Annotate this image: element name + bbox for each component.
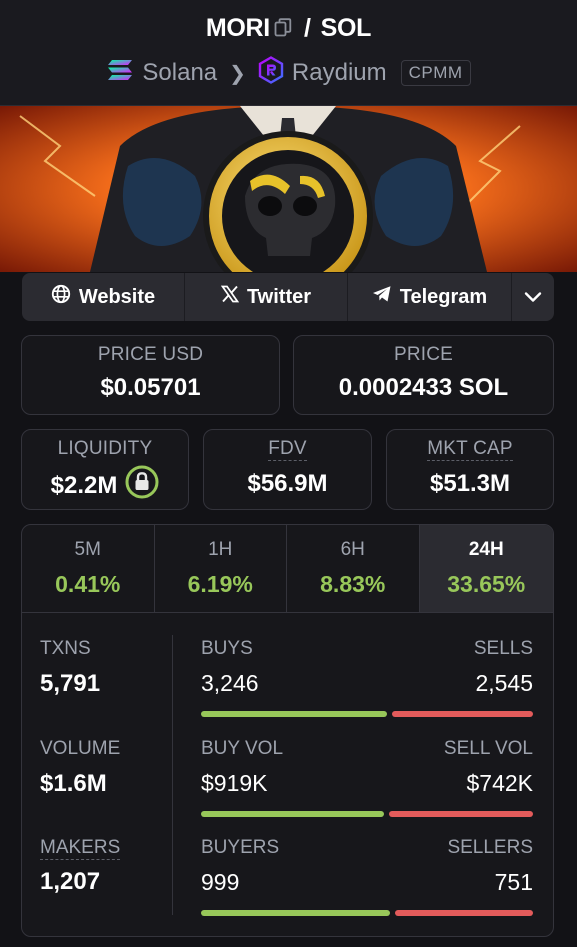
- price-usd-value: $0.05701: [100, 374, 201, 401]
- liquidity-label: LIQUIDITY: [57, 438, 153, 459]
- copy-icon[interactable]: [274, 16, 292, 37]
- buys-label: BUYS: [201, 638, 253, 659]
- liquidity-value: $2.2M: [50, 471, 118, 499]
- buyers-sellers-split: BUYERS SELLERS 999 751: [201, 837, 533, 916]
- volume-value: $1.6M: [40, 770, 107, 797]
- tab-label: 1H: [208, 539, 233, 560]
- txns-stat: TXNS 5,791: [40, 638, 100, 698]
- liquidity-value-row: $2.2M: [22, 465, 188, 506]
- makers-value: 1,207: [40, 867, 101, 895]
- tab-change-value: 33.65%: [447, 571, 526, 597]
- buyers-label: BUYERS: [201, 837, 280, 858]
- token-banner-image: [0, 106, 577, 272]
- tab-label: 5M: [74, 539, 101, 560]
- tab-label: 24H: [468, 539, 504, 560]
- buyers-value: 999: [201, 869, 240, 895]
- volume-stat: VOLUME $1.6M: [40, 738, 120, 798]
- telegram-label: Telegram: [399, 285, 488, 308]
- fdv-value: $56.9M: [247, 469, 328, 497]
- price-native-card: PRICE 0.0002433 SOL: [293, 335, 554, 415]
- price-native-label: PRICE: [393, 344, 454, 365]
- globe-icon: [51, 284, 71, 310]
- base-token-symbol: MORI: [205, 14, 270, 42]
- buyers-bar-segment: [201, 910, 390, 916]
- tab-change-value: 8.83%: [320, 571, 386, 597]
- buy-volume-bar-segment: [201, 811, 384, 817]
- liquidity-card: LIQUIDITY $2.2M: [21, 429, 189, 510]
- makers-stat: MAKERS 1,207: [40, 837, 121, 896]
- makers-label[interactable]: MAKERS: [40, 837, 121, 860]
- tab-change-value: 6.19%: [187, 571, 253, 597]
- twitter-label: Twitter: [246, 285, 312, 308]
- stats-grid: TXNS 5,791 VOLUME $1.6M MAKERS 1,207 BUY…: [22, 613, 553, 936]
- tab-label: 6H: [340, 539, 365, 560]
- sellers-bar-segment: [395, 910, 533, 916]
- price-usd-card: PRICE USD $0.05701: [21, 335, 280, 415]
- website-link[interactable]: Website: [22, 273, 185, 321]
- price-usd-label: PRICE USD: [97, 344, 204, 365]
- tab-1h[interactable]: 1H 6.19%: [155, 525, 287, 612]
- sell-volume-label: SELL VOL: [443, 738, 533, 759]
- txns-value: 5,791: [40, 670, 101, 697]
- tab-change-value: 0.41%: [55, 571, 121, 597]
- market-cap-label[interactable]: MKT CAP: [427, 438, 513, 461]
- quote-token-symbol: SOL: [320, 14, 372, 42]
- twitter-link[interactable]: Twitter: [185, 273, 348, 321]
- volume-label: VOLUME: [40, 738, 121, 759]
- buys-bar-segment: [201, 711, 387, 717]
- sells-label: SELLS: [473, 638, 533, 659]
- volume-ratio-bar: [201, 811, 533, 817]
- sells-bar-segment: [392, 711, 533, 717]
- social-links-bar: Website Twitter Telegram: [22, 273, 554, 321]
- stats-divider: [172, 635, 173, 915]
- raydium-logo: [258, 55, 284, 91]
- sellers-label: SELLERS: [447, 837, 533, 858]
- market-cap-card: MKT CAP $51.3M: [386, 429, 554, 510]
- fdv-label[interactable]: FDV: [268, 438, 307, 461]
- chain-dex-row: Solana ❯ Raydium CPMM: [0, 55, 577, 91]
- timeframe-stats-panel: 5M 0.41% 1H 6.19% 6H 8.83% 24H 33.65% TX…: [21, 524, 554, 937]
- buys-sells-ratio-bar: [201, 711, 533, 717]
- volume-split: BUY VOL SELL VOL $919K $742K: [201, 738, 533, 817]
- more-links-button[interactable]: [512, 273, 554, 321]
- pair-separator: /: [303, 14, 311, 42]
- buyers-sellers-ratio-bar: [201, 910, 533, 916]
- telegram-icon: [372, 285, 392, 309]
- sell-volume-value: $742K: [466, 770, 533, 796]
- x-logo-icon: [220, 285, 240, 309]
- market-cap-value: $51.3M: [429, 469, 511, 497]
- chevron-down-icon: [524, 286, 542, 309]
- buys-sells-split: BUYS SELLS 3,246 2,545: [201, 638, 533, 717]
- tab-24h[interactable]: 24H 33.65%: [419, 525, 553, 612]
- dex-name[interactable]: Raydium: [292, 59, 387, 87]
- chain-name[interactable]: Solana: [142, 59, 217, 87]
- sells-value: 2,545: [475, 670, 533, 696]
- sellers-value: 751: [494, 869, 533, 895]
- lock-icon[interactable]: [125, 465, 159, 506]
- telegram-link[interactable]: Telegram: [348, 273, 512, 321]
- txns-label: TXNS: [40, 638, 91, 659]
- tab-5m[interactable]: 5M 0.41%: [22, 525, 155, 612]
- pool-type-badge: CPMM: [400, 60, 471, 86]
- website-label: Website: [78, 285, 156, 308]
- solana-logo: [106, 58, 134, 89]
- chevron-right-icon: ❯: [229, 62, 246, 85]
- buys-value: 3,246: [201, 670, 259, 696]
- price-native-value: 0.0002433 SOL: [338, 374, 509, 401]
- timeframe-tabs: 5M 0.41% 1H 6.19% 6H 8.83% 24H 33.65%: [22, 525, 553, 613]
- pair-header: MORI / SOL Solana ❯ Raydium CPMM: [0, 0, 577, 106]
- pair-title: MORI / SOL: [0, 14, 577, 43]
- buy-volume-label: BUY VOL: [201, 738, 284, 759]
- buy-volume-value: $919K: [201, 770, 268, 796]
- sell-volume-bar-segment: [389, 811, 533, 817]
- tab-6h[interactable]: 6H 8.83%: [287, 525, 420, 612]
- fdv-card: FDV $56.9M: [203, 429, 372, 510]
